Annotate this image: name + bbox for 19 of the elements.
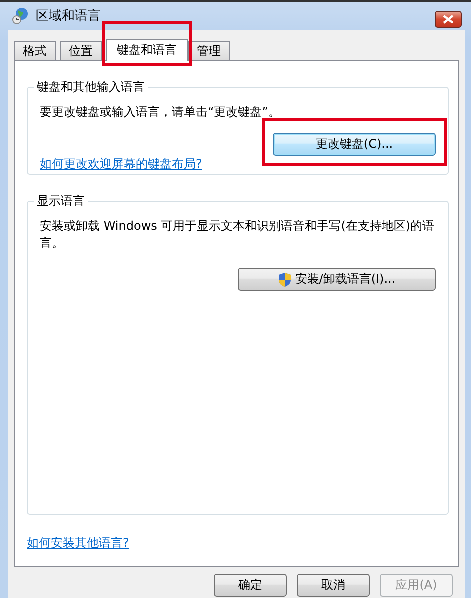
cancel-button[interactable]: 取消 xyxy=(297,574,370,597)
close-button[interactable] xyxy=(435,11,462,28)
change-keyboard-button[interactable]: 更改键盘(C)... xyxy=(273,133,436,156)
group-title: 键盘和其他输入语言 xyxy=(36,79,146,96)
group-description: 要更改键盘或输入语言，请单击“更改键盘”。 xyxy=(40,104,282,121)
help-link[interactable]: 如何更改欢迎屏幕的键盘布局? xyxy=(40,156,202,173)
tab[interactable]: 位置 xyxy=(60,41,102,60)
tab[interactable]: 格式 xyxy=(14,41,56,60)
window-title: 区域和语言 xyxy=(36,8,101,25)
tab[interactable]: 管理 xyxy=(188,41,230,60)
shield-icon xyxy=(278,272,292,288)
group-title: 显示语言 xyxy=(36,193,86,210)
group-description: 安装或卸载 Windows 可用于显示文本和识别语音和手写(在支持地区)的语言。 xyxy=(40,218,436,252)
close-icon xyxy=(443,15,454,24)
install-language-button[interactable]: 安装/卸载语言(I)... xyxy=(238,268,436,291)
globe-icon xyxy=(12,7,30,25)
help-link[interactable]: 如何安装其他语言? xyxy=(27,535,130,552)
tab[interactable]: 键盘和语言 xyxy=(106,39,188,61)
ok-button[interactable]: 确定 xyxy=(214,574,287,597)
